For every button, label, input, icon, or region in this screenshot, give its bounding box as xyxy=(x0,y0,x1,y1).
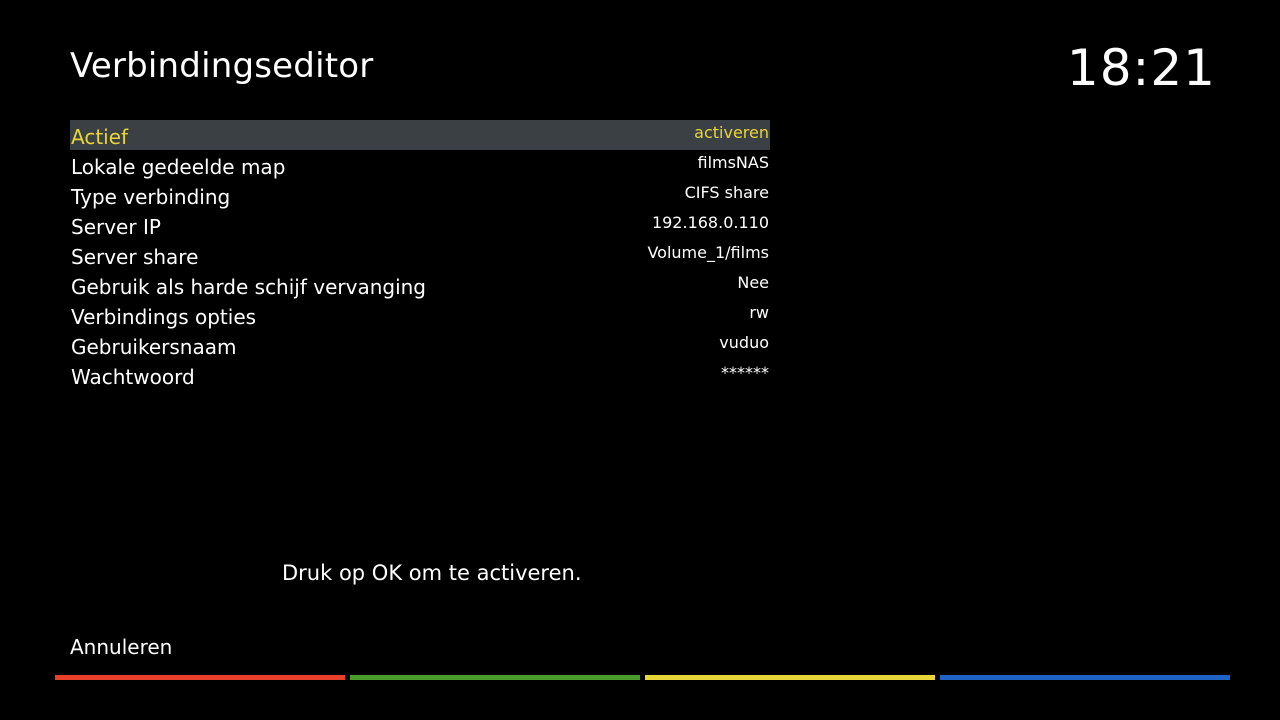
row-value: filmsNAS xyxy=(697,153,769,172)
row-value: Nee xyxy=(737,273,769,292)
row-label: Lokale gedeelde map xyxy=(71,154,286,179)
config-row-username[interactable]: Gebruikersnaam vuduo xyxy=(70,330,770,360)
row-value: ****** xyxy=(721,363,769,382)
config-row-server-share[interactable]: Server share Volume_1/films xyxy=(70,240,770,270)
page-title: Verbindingseditor xyxy=(70,46,374,86)
config-row-password[interactable]: Wachtwoord ****** xyxy=(70,360,770,390)
row-label: Gebruik als harde schijf vervanging xyxy=(71,274,426,299)
row-label: Verbindings opties xyxy=(71,304,257,329)
blue-key-bar[interactable] xyxy=(940,675,1230,680)
row-value: Volume_1/films xyxy=(647,243,769,262)
config-row-active[interactable]: Actief activeren xyxy=(70,120,770,150)
config-list: Actief activeren Lokale gedeelde map fil… xyxy=(70,120,770,390)
config-row-local-share[interactable]: Lokale gedeelde map filmsNAS xyxy=(70,150,770,180)
red-key-bar[interactable] xyxy=(55,675,345,680)
row-value: rw xyxy=(749,303,769,322)
row-value: 192.168.0.110 xyxy=(651,213,769,232)
row-value: vuduo xyxy=(719,333,769,352)
row-label: Server share xyxy=(71,244,199,269)
green-key-bar[interactable] xyxy=(350,675,640,680)
config-row-server-ip[interactable]: Server IP 192.168.0.110 xyxy=(70,210,770,240)
row-label: Wachtwoord xyxy=(71,364,195,389)
row-value: activeren xyxy=(694,123,769,142)
clock: 18:21 xyxy=(1066,39,1216,97)
cancel-button-label[interactable]: Annuleren xyxy=(70,632,172,662)
yellow-key-bar[interactable] xyxy=(645,675,935,680)
row-label: Type verbinding xyxy=(71,184,231,209)
row-label: Server IP xyxy=(71,214,161,239)
config-row-connection-type[interactable]: Type verbinding CIFS share xyxy=(70,180,770,210)
row-label: Gebruikersnaam xyxy=(71,334,237,359)
row-label: Actief xyxy=(71,124,129,149)
row-value: CIFS share xyxy=(684,183,769,202)
config-row-mount-options[interactable]: Verbindings opties rw xyxy=(70,300,770,330)
connection-editor-screen: Verbindingseditor 18:21 Actief activeren… xyxy=(0,0,1280,720)
help-text: Druk op OK om te activeren. xyxy=(282,561,582,585)
config-row-hdd-replacement[interactable]: Gebruik als harde schijf vervanging Nee xyxy=(70,270,770,300)
